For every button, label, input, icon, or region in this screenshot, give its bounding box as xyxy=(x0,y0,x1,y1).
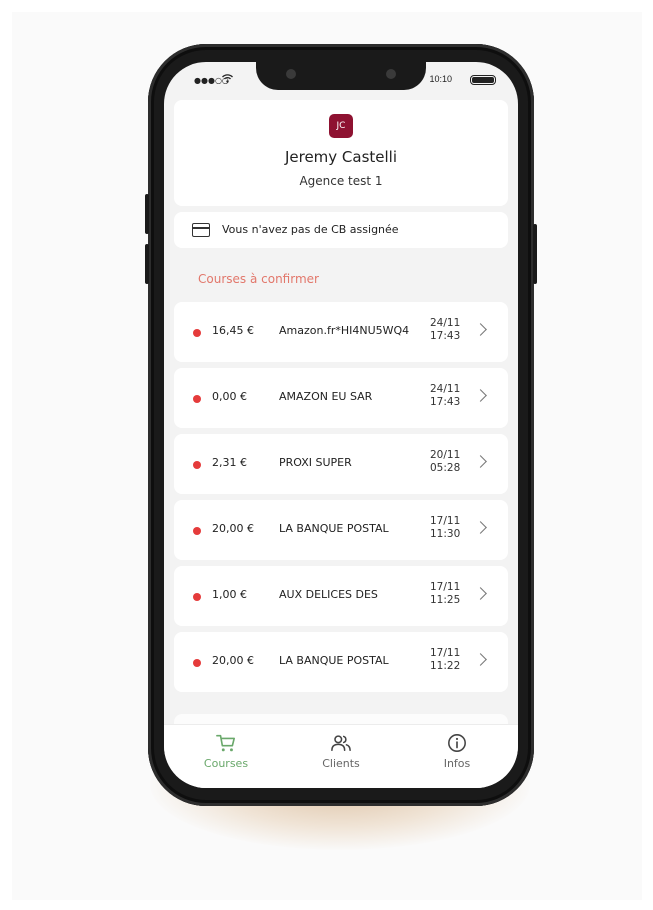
transaction-merchant: LA BANQUE POSTAL xyxy=(279,654,389,667)
transaction-row[interactable]: 1,00 € AUX DELICES DES 17/11 11:25 xyxy=(174,566,508,626)
notch xyxy=(256,62,426,90)
tab-clients[interactable]: Clients xyxy=(301,733,381,770)
transaction-date: 20/11 xyxy=(430,449,461,461)
phone-frame: ●●●○○ 10:10 JC Jeremy Castelli Agence te… xyxy=(145,44,537,806)
tab-label: Clients xyxy=(322,757,360,770)
avatar: JC xyxy=(329,114,353,138)
transaction-merchant: PROXI SUPER xyxy=(279,456,352,469)
transaction-amount: 20,00 € xyxy=(212,654,254,667)
transaction-time: 11:30 xyxy=(430,528,461,540)
transaction-merchant: AUX DELICES DES xyxy=(279,588,378,601)
card-status-banner: Vous n'avez pas de CB assignée xyxy=(174,212,508,248)
tab-infos[interactable]: Infos xyxy=(417,733,497,770)
transaction-row[interactable]: 16,45 € Amazon.fr*HI4NU5WQ4 24/11 17:43 xyxy=(174,302,508,362)
status-dot xyxy=(193,329,201,337)
battery-icon xyxy=(470,75,496,85)
transaction-time: 17:43 xyxy=(430,396,461,408)
app-screen: ●●●○○ 10:10 JC Jeremy Castelli Agence te… xyxy=(164,62,518,788)
transaction-time: 05:28 xyxy=(430,462,461,474)
credit-card-icon xyxy=(192,223,210,237)
wifi-icon xyxy=(222,74,233,86)
user-name: Jeremy Castelli xyxy=(284,148,398,166)
chevron-right-icon xyxy=(474,389,487,402)
transaction-date: 17/11 xyxy=(430,515,461,527)
sensor-dot xyxy=(386,69,396,79)
status-dot xyxy=(193,395,201,403)
transaction-row[interactable]: 2,31 € PROXI SUPER 20/11 05:28 xyxy=(174,434,508,494)
transaction-date: 24/11 xyxy=(430,317,461,329)
tab-label: Infos xyxy=(443,757,471,770)
status-dot xyxy=(193,659,201,667)
transaction-date: 17/11 xyxy=(430,647,461,659)
volume-button xyxy=(145,194,149,234)
power-button xyxy=(533,224,537,284)
bottom-tab-bar: Courses Clients Infos xyxy=(164,724,518,788)
chevron-right-icon xyxy=(474,323,487,336)
camera-dot xyxy=(286,69,296,79)
transaction-merchant: LA BANQUE POSTAL xyxy=(279,522,389,535)
transaction-merchant: Amazon.fr*HI4NU5WQ4 xyxy=(279,324,410,337)
transaction-merchant: AMAZON EU SAR xyxy=(279,390,373,403)
status-dot xyxy=(193,461,201,469)
transaction-row[interactable]: 20,00 € LA BANQUE POSTAL 17/11 11:22 xyxy=(174,632,508,692)
card-status-text: Vous n'avez pas de CB assignée xyxy=(222,223,399,236)
agency-name: Agence test 1 xyxy=(299,174,383,188)
status-dot xyxy=(193,593,201,601)
transaction-time: 11:22 xyxy=(430,660,461,672)
status-dot xyxy=(193,527,201,535)
chevron-right-icon xyxy=(474,653,487,666)
transaction-date: 24/11 xyxy=(430,383,461,395)
chevron-right-icon xyxy=(474,587,487,600)
status-time: 10:10 xyxy=(429,74,452,84)
transaction-amount: 16,45 € xyxy=(212,324,254,337)
chevron-right-icon xyxy=(474,455,487,468)
transaction-row[interactable]: 20,00 € LA BANQUE POSTAL 17/11 11:30 xyxy=(174,500,508,560)
transaction-amount: 0,00 € xyxy=(212,390,247,403)
chevron-right-icon xyxy=(474,521,487,534)
info-icon xyxy=(448,734,466,752)
transaction-date: 17/11 xyxy=(430,581,461,593)
users-icon xyxy=(331,735,351,752)
transaction-time: 17:43 xyxy=(430,330,461,342)
transaction-amount: 20,00 € xyxy=(212,522,254,535)
section-title: Courses à confirmer xyxy=(198,272,319,286)
tab-courses[interactable]: Courses xyxy=(186,733,266,770)
volume-button xyxy=(145,244,149,284)
transaction-row[interactable]: 0,00 € AMAZON EU SAR 24/11 17:43 xyxy=(174,368,508,428)
transaction-amount: 1,00 € xyxy=(212,588,247,601)
profile-card: JC Jeremy Castelli Agence test 1 xyxy=(174,100,508,206)
transaction-amount: 2,31 € xyxy=(212,456,247,469)
tab-label: Courses xyxy=(203,757,249,770)
cart-icon xyxy=(216,734,235,752)
transaction-time: 11:25 xyxy=(430,594,461,606)
